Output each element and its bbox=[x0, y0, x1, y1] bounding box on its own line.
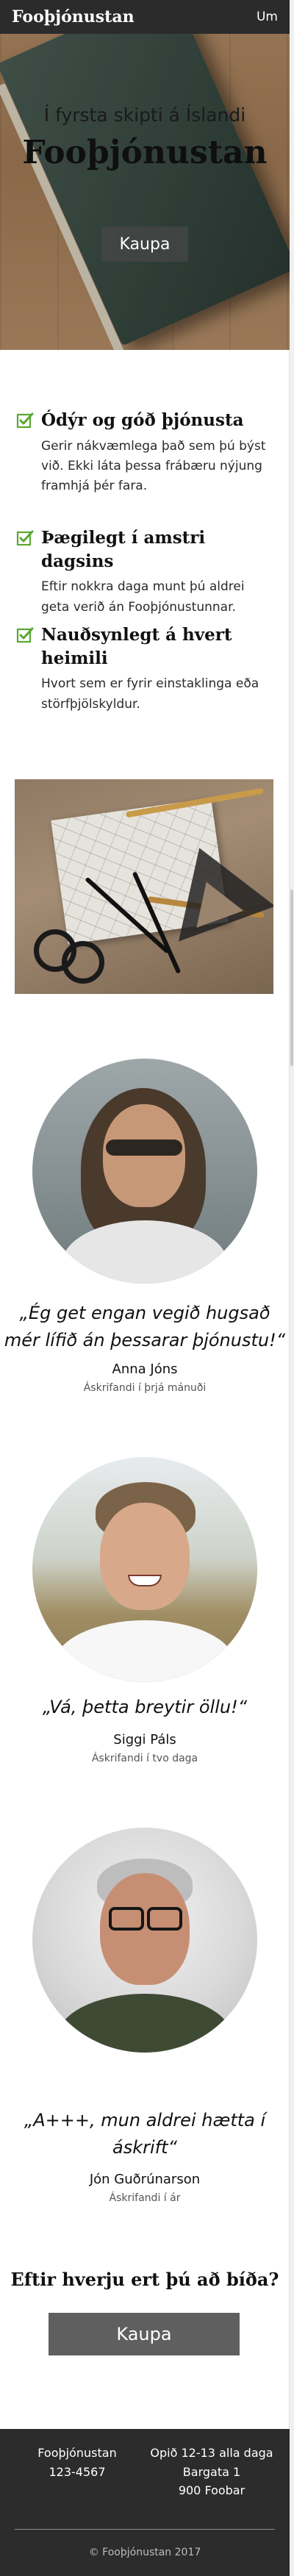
feature-text: Gerir nákvæmlega það sem þú býst við. Ek… bbox=[41, 438, 266, 494]
footer-hours: Opið 12-13 alla daga bbox=[150, 2446, 273, 2460]
feature-body: Þægilegt í amstri dagsins Eftir nokkra d… bbox=[41, 526, 273, 618]
testimonial-quote: „Vá, þetta breytir öllu!“ bbox=[42, 1697, 248, 1717]
feature-text: Hvort sem er fyrir einstaklinga eða stör… bbox=[41, 676, 259, 712]
check-icon bbox=[16, 530, 34, 546]
feature-title: Þægilegt í amstri dagsins bbox=[41, 528, 206, 571]
testimonial-name: Anna Jóns bbox=[112, 1362, 178, 1377]
avatar-face bbox=[100, 1503, 190, 1610]
footer-postal: 900 Foobar bbox=[178, 2483, 245, 2498]
cta-buy-button[interactable]: Kaupa bbox=[49, 2313, 240, 2355]
avatar bbox=[32, 1828, 257, 2053]
feature-text: Eftir nokkra daga munt þú aldrei geta ve… bbox=[41, 579, 245, 615]
hero-title: Fooþjónustan bbox=[22, 134, 268, 171]
avatar-glasses bbox=[109, 1907, 144, 1931]
feature-title: Ódýr og góð þjónusta bbox=[41, 410, 244, 430]
avatar-glasses bbox=[147, 1907, 182, 1931]
footer-phone[interactable]: 123-4567 bbox=[15, 2463, 140, 2482]
feature-item: Nauðsynlegt á hvert heimili Hvort sem er… bbox=[16, 623, 273, 715]
hero-subtitle: Í fyrsta skipti á Íslandi bbox=[43, 104, 246, 126]
hero-section: Í fyrsta skipti á Íslandi Fooþjónustan K… bbox=[0, 34, 290, 350]
footer-contact: Fooþjónustan 123-4567 bbox=[15, 2444, 140, 2481]
navbar: Fooþjónustan Um bbox=[0, 0, 290, 34]
drafting-tools-image bbox=[15, 779, 273, 994]
footer-divider bbox=[15, 2529, 275, 2530]
footer-address: Opið 12-13 alla daga Bargata 1 900 Fooba… bbox=[147, 2444, 276, 2500]
hero-overlay bbox=[0, 34, 290, 350]
scrollbar-track[interactable] bbox=[289, 0, 294, 2576]
copyright: © Fooþjónustan 2017 bbox=[88, 2547, 201, 2558]
testimonial-quote: „A+++, mun aldrei hætta í áskrift“ bbox=[24, 2110, 266, 2158]
feature-body: Nauðsynlegt á hvert heimili Hvort sem er… bbox=[41, 623, 273, 715]
cta-heading: Eftir hverju ert þú að bíða? bbox=[10, 2269, 279, 2290]
nav-link-about[interactable]: Um bbox=[257, 10, 278, 24]
footer-company: Fooþjónustan bbox=[37, 2446, 117, 2460]
testimonial-role: Áskrifandi í ár bbox=[109, 2192, 181, 2204]
avatar-sunglasses bbox=[106, 1139, 182, 1156]
avatar-shirt bbox=[57, 1994, 232, 2053]
footer-street: Bargata 1 bbox=[182, 2464, 241, 2479]
testimonial-role: Áskrifandi í þrjá mánuði bbox=[83, 1382, 207, 1394]
avatar-shirt bbox=[54, 1620, 235, 1682]
footer: Fooþjónustan 123-4567 Opið 12-13 alla da… bbox=[0, 2429, 290, 2576]
feature-body: Ódýr og góð þjónusta Gerir nákvæmlega þa… bbox=[41, 409, 273, 496]
avatar bbox=[32, 1457, 257, 1682]
scissors bbox=[62, 941, 104, 984]
check-icon bbox=[16, 627, 34, 643]
testimonial-name: Jón Guðrúnarson bbox=[89, 2172, 201, 2187]
avatar-face bbox=[103, 1104, 185, 1207]
check-icon bbox=[16, 412, 34, 429]
feature-item: Ódýr og góð þjónusta Gerir nákvæmlega þa… bbox=[16, 409, 273, 496]
avatar bbox=[32, 1059, 257, 1284]
hero-buy-button[interactable]: Kaupa bbox=[101, 226, 188, 262]
testimonial-name: Siggi Páls bbox=[113, 1732, 176, 1747]
feature-title: Nauðsynlegt á hvert heimili bbox=[41, 625, 232, 668]
feature-item: Þægilegt í amstri dagsins Eftir nokkra d… bbox=[16, 526, 273, 618]
brand-logo[interactable]: Fooþjónustan bbox=[12, 7, 135, 26]
testimonial-quote: „Ég get engan vegið hugsað mér lífið án … bbox=[4, 1303, 286, 1351]
scrollbar-thumb[interactable] bbox=[290, 890, 293, 1066]
avatar-shirt bbox=[62, 1220, 228, 1284]
testimonial-role: Áskrifandi í tvo daga bbox=[91, 1753, 198, 1764]
